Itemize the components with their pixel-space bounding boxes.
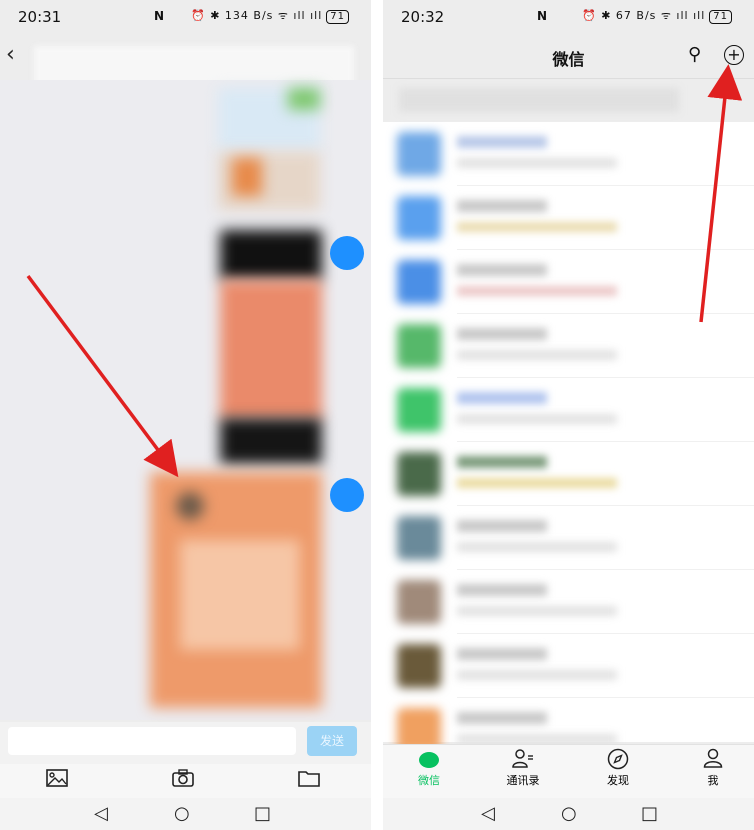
message-redacted (457, 670, 617, 680)
nav-recents-icon[interactable]: □ (641, 803, 658, 824)
status-icons: ⏰ ✱ 67 B/s ᯤ ıll ıll 71 (582, 8, 732, 24)
list-item[interactable] (383, 314, 754, 378)
divider (371, 0, 383, 830)
chat-icon (399, 748, 459, 770)
message-image[interactable] (176, 492, 204, 520)
list-item[interactable] (383, 250, 754, 314)
status-icons: ⏰ ✱ 134 B/s ᯤ ıll ıll 71 (191, 8, 349, 24)
chat-screen: 20:31 N ⏰ ✱ 134 B/s ᯤ ıll ıll 71 ‹ 发送 ◁ ○… (0, 0, 371, 830)
search-bar-redacted[interactable] (399, 88, 679, 112)
tab-me[interactable]: 我 (683, 748, 743, 788)
message-redacted (457, 350, 617, 360)
name-redacted (457, 712, 547, 724)
avatar (397, 644, 441, 688)
avatar (397, 260, 441, 304)
message-redacted (457, 414, 617, 424)
name-redacted (457, 648, 547, 660)
avatar (397, 324, 441, 368)
avatar (397, 388, 441, 432)
battery-icon: 71 (709, 10, 732, 24)
nav-home-icon[interactable]: ○ (561, 803, 577, 824)
name-redacted (457, 200, 547, 212)
camera-icon[interactable] (172, 768, 194, 792)
tab-label: 通讯录 (506, 774, 540, 787)
status-time: 20:32 (401, 8, 445, 26)
avatar (397, 196, 441, 240)
message-image[interactable] (220, 230, 322, 280)
tab-contacts[interactable]: 通讯录 (493, 748, 553, 788)
message-redacted (457, 286, 617, 296)
message-redacted (457, 222, 617, 232)
tab-label: 微信 (418, 774, 440, 787)
avatar (397, 132, 441, 176)
name-redacted (457, 136, 547, 148)
back-arrow-icon[interactable]: ‹ (6, 44, 15, 66)
profile-icon (683, 748, 743, 770)
compass-icon (588, 748, 648, 770)
status-bar: 20:32 N ⏰ ✱ 67 B/s ᯤ ıll ıll 71 (383, 0, 754, 34)
nav-back-icon[interactable]: ◁ (94, 803, 108, 824)
message-image[interactable] (220, 280, 322, 420)
message-redacted (457, 542, 617, 552)
message-image[interactable] (232, 158, 262, 196)
send-button[interactable]: 发送 (307, 726, 357, 756)
net-speed: 134 B/s (224, 9, 274, 22)
search-icon[interactable]: ⚲ (688, 44, 701, 65)
message-image[interactable] (180, 540, 300, 650)
avatar (397, 580, 441, 624)
message-image[interactable] (288, 88, 320, 110)
list-item[interactable] (383, 186, 754, 250)
tab-label: 我 (707, 774, 719, 787)
message-image[interactable] (220, 418, 322, 464)
list-item[interactable] (383, 570, 754, 634)
net-speed: 67 B/s (615, 9, 657, 22)
list-item[interactable] (383, 506, 754, 570)
contacts-icon (493, 748, 553, 770)
nav-back-icon[interactable]: ◁ (481, 803, 495, 824)
status-time: 20:31 (18, 8, 62, 26)
name-redacted (457, 584, 547, 596)
conversation-list (383, 122, 754, 752)
folder-icon[interactable] (298, 768, 320, 792)
name-redacted (457, 456, 547, 468)
avatar[interactable] (330, 236, 364, 270)
tab-label: 发现 (607, 774, 629, 787)
list-item[interactable] (383, 442, 754, 506)
battery-icon: 71 (326, 10, 349, 24)
nfc-icon: N (154, 9, 165, 23)
image-icon[interactable] (46, 768, 68, 792)
status-bar: 20:31 N ⏰ ✱ 134 B/s ᯤ ıll ıll 71 (0, 0, 371, 34)
name-redacted (457, 328, 547, 340)
tab-chats[interactable]: 微信 (399, 748, 459, 788)
nfc-icon: N (537, 9, 548, 23)
name-redacted (457, 264, 547, 276)
list-item[interactable] (383, 378, 754, 442)
message-input[interactable] (8, 727, 296, 755)
list-item[interactable] (383, 122, 754, 186)
list-item[interactable] (383, 634, 754, 698)
message-redacted (457, 606, 617, 616)
tab-discover[interactable]: 发现 (588, 748, 648, 788)
message-redacted (457, 478, 617, 488)
name-redacted (457, 520, 547, 532)
message-list[interactable] (0, 80, 371, 720)
avatar (397, 452, 441, 496)
avatar[interactable] (330, 478, 364, 512)
name-redacted (457, 392, 547, 404)
message-redacted (457, 158, 617, 168)
nav-home-icon[interactable]: ○ (174, 803, 190, 824)
avatar (397, 516, 441, 560)
wechat-list-screen: 20:32 N ⏰ ✱ 67 B/s ᯤ ıll ıll 71 微信 ⚲ + 微信… (383, 0, 754, 830)
message-redacted (457, 734, 617, 744)
add-plus-icon[interactable]: + (724, 45, 744, 65)
nav-recents-icon[interactable]: □ (254, 803, 271, 824)
